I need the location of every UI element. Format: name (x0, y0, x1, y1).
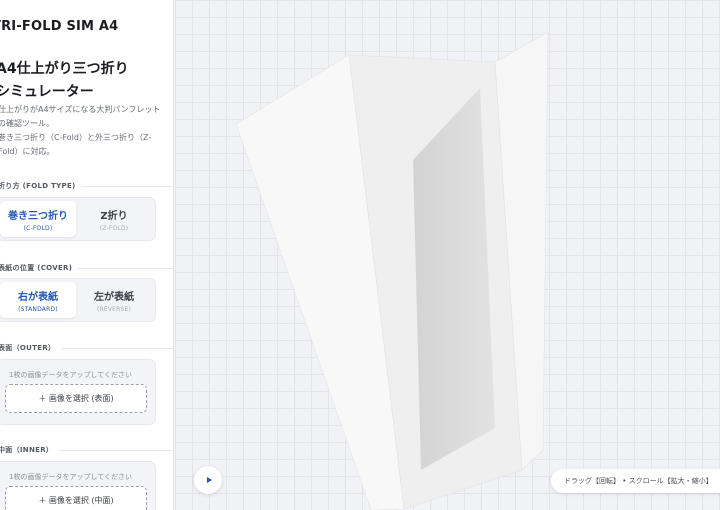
outer-upload-card: 1枚の画像データをアップしてください ＋ 画像を選択 (表面) (0, 359, 156, 425)
description: 仕上がりがA4サイズになる大判パンフレット の確認ツール。 巻き三つ折り（C-F… (0, 103, 170, 159)
cover-position-selector: 右が表紙 (STANDARD) 左が表紙 (REVERSE) (0, 278, 156, 322)
option-label: 巻き三つ折り (8, 210, 68, 222)
page-title-line-1: A4仕上がり三つ折り (0, 61, 129, 77)
option-label: 左が表紙 (94, 291, 134, 303)
fold-option-c-fold[interactable]: 巻き三つ折り (C-FOLD) (0, 201, 76, 237)
inner-upload-button[interactable]: ＋ 画像を選択 (中面) (5, 486, 147, 510)
controls-hint: ドラッグ【回転】 • スクロール【拡大・縮小】 (551, 469, 720, 493)
outer-upload-hint: 1枚の画像データをアップしてください (9, 371, 133, 379)
option-label: Z折り (100, 210, 128, 222)
fold-type-selector: 巻き三つ折り (C-FOLD) Z折り (Z-FOLD) (0, 197, 156, 241)
brand-title: TRI-FOLD SIM A4 (0, 19, 119, 34)
cover-option-right[interactable]: 右が表紙 (STANDARD) (0, 282, 76, 318)
outer-section-label: 表面（OUTER） (0, 344, 173, 352)
description-line: 仕上がりがA4サイズになる大判パンフレット (0, 105, 161, 114)
option-sublabel: (Z-FOLD) (99, 224, 129, 232)
inner-upload-hint: 1枚の画像データをアップしてください (9, 473, 133, 481)
page-title-line-2: シミュレーター (0, 84, 94, 100)
outer-upload-button[interactable]: ＋ 画像を選択 (表面) (5, 384, 147, 413)
option-sublabel: (C-FOLD) (23, 224, 53, 232)
description-line: の確認ツール。 (0, 119, 54, 128)
tri-fold-model[interactable] (175, 0, 720, 510)
inner-section-label: 中面（INNER） (0, 446, 173, 454)
option-sublabel: (REVERSE) (96, 305, 132, 313)
cover-option-left[interactable]: 左が表紙 (REVERSE) (76, 282, 152, 318)
3d-viewport[interactable] (175, 0, 720, 510)
sidebar: TRI-FOLD SIM A4 A4仕上がり三つ折り シミュレーター 仕上がりが… (0, 0, 174, 510)
play-icon[interactable] (194, 466, 222, 494)
fold-type-label: 折り方 (FOLD TYPE) (0, 182, 173, 190)
inner-upload-card: 1枚の画像データをアップしてください ＋ 画像を選択 (中面) (0, 461, 156, 510)
option-sublabel: (STANDARD) (18, 305, 58, 313)
page-title: A4仕上がり三つ折り シミュレーター (0, 58, 129, 104)
fold-option-z-fold[interactable]: Z折り (Z-FOLD) (76, 201, 152, 237)
description-line: 巻き三つ折り（C-Fold）と外三つ折り（Z- (0, 133, 152, 142)
description-line: Fold）に対応。 (0, 147, 55, 156)
option-label: 右が表紙 (18, 291, 58, 303)
cover-position-label: 表紙の位置 (COVER) (0, 264, 173, 272)
